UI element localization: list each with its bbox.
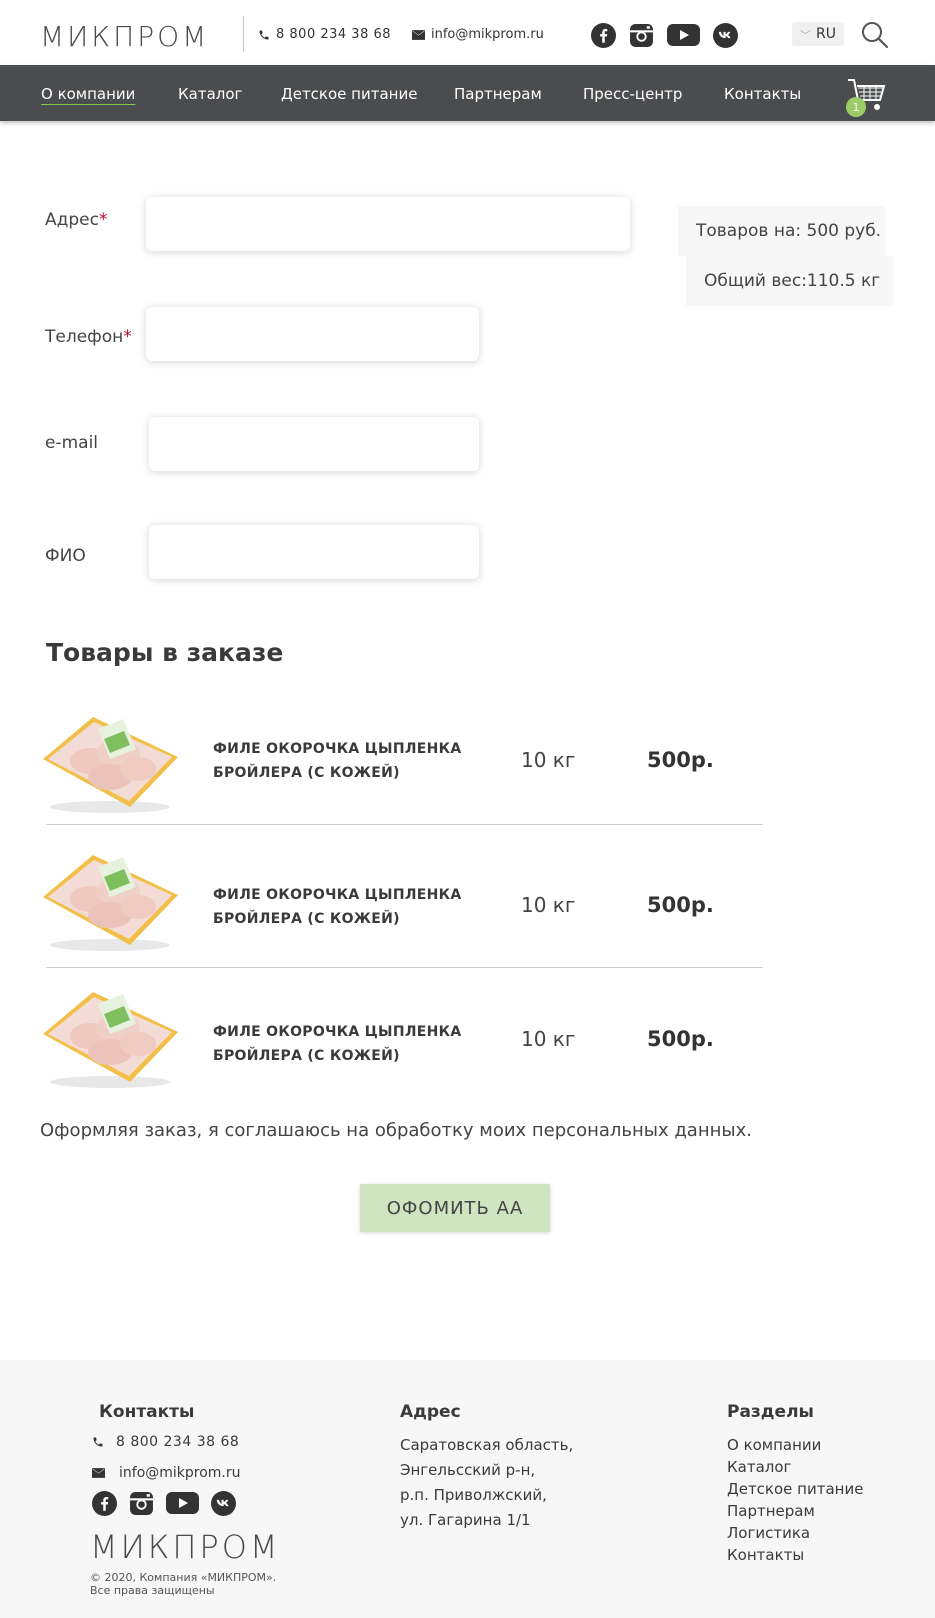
phone-icon	[259, 30, 269, 39]
youtube-icon[interactable]	[666, 22, 700, 48]
logo[interactable]: МИКПРОМ	[40, 19, 210, 53]
phone-label-text: Телефон	[45, 327, 124, 347]
address-label: Адрес*	[45, 210, 107, 230]
nav-item-contacts[interactable]: Контакты	[724, 85, 801, 103]
product-name-line: БРОЙЛЕРА (С КОЖЕЙ)	[213, 1048, 400, 1064]
nav-item-press[interactable]: Пресс-центр	[583, 85, 682, 103]
phone-input[interactable]	[146, 307, 479, 361]
nav-item-partners[interactable]: Партнерам	[454, 85, 542, 103]
header-divider	[243, 16, 244, 52]
vk-icon[interactable]	[712, 22, 738, 48]
order-item: ФИЛЕ ОКОРОЧКА ЦЫПЛЕНКА БРОЙЛЕРА (С КОЖЕЙ…	[38, 843, 763, 968]
nav-item-baby-food[interactable]: Детское питание	[281, 85, 417, 103]
email-input[interactable]	[149, 417, 479, 471]
footer-email-text: info@mikprom.ru	[119, 1465, 241, 1481]
language-select[interactable]: ﹀ RU	[792, 22, 844, 46]
phone-label: Телефон*	[45, 327, 132, 347]
footer-link-partners[interactable]: Партнерам	[727, 1500, 863, 1522]
footer-link-logistics[interactable]: Логистика	[727, 1522, 863, 1544]
language-value: RU	[816, 26, 836, 42]
required-mark: *	[98, 210, 108, 230]
header-phone-text: 8 800 234 38 68	[276, 27, 392, 42]
chevron-down-icon: ﹀	[800, 29, 811, 42]
copyright: © 2020, Компания «МИКПРОМ». Все права за…	[90, 1571, 276, 1597]
name-label: ФИО	[45, 546, 86, 566]
footer-phone-text: 8 800 234 38 68	[116, 1434, 240, 1450]
footer-sections: О компании Каталог Детское питание Партн…	[727, 1434, 863, 1566]
footer-socials	[92, 1491, 236, 1516]
header-phone[interactable]: 8 800 234 38 68	[258, 27, 391, 42]
address-line: Саратовская область,	[400, 1436, 574, 1454]
order-item: ФИЛЕ ОКОРОЧКА ЦЫПЛЕНКА БРОЙЛЕРА (С КОЖЕЙ…	[38, 705, 763, 830]
submit-order-button[interactable]: ОФОМИТЬ АА	[360, 1184, 550, 1232]
product-name[interactable]: ФИЛЕ ОКОРОЧКА ЦЫПЛЕНКА БРОЙЛЕРА (С КОЖЕЙ…	[213, 737, 462, 785]
copyright-line: © 2020, Компания «МИКПРОМ».	[90, 1571, 277, 1584]
footer: Контакты 8 800 234 38 68 info@mikprom.ru…	[0, 1360, 935, 1618]
product-qty: 10 кг	[521, 1027, 576, 1051]
product-name-line: ФИЛЕ ОКОРОЧКА ЦЫПЛЕНКА	[213, 741, 462, 757]
facebook-icon[interactable]	[590, 22, 616, 48]
required-mark: *	[123, 327, 132, 347]
name-input[interactable]	[149, 525, 479, 579]
row-divider	[46, 824, 763, 825]
consent-text: Оформляя заказ, я соглашаюсь на обработк…	[40, 1120, 752, 1141]
order-heading: Товары в заказе	[46, 638, 284, 667]
footer-phone[interactable]: 8 800 234 38 68	[92, 1434, 239, 1450]
order-item: ФИЛЕ ОКОРОЧКА ЦЫПЛЕНКА БРОЙЛЕРА (С КОЖЕЙ…	[38, 982, 763, 1088]
footer-sections-heading: Разделы	[727, 1402, 814, 1422]
header-email[interactable]: info@mikprom.ru	[412, 27, 544, 42]
row-divider	[46, 967, 763, 968]
product-image	[38, 984, 183, 1092]
address-label-text: Адрес	[45, 210, 99, 230]
footer-contacts-heading: Контакты	[99, 1402, 195, 1422]
product-price: 500р.	[647, 893, 714, 917]
address-line: р.п. Приволжский,	[400, 1486, 547, 1504]
vk-icon[interactable]	[211, 1491, 236, 1516]
instagram-icon[interactable]	[129, 1491, 154, 1516]
header-email-text: info@mikprom.ru	[431, 27, 544, 42]
header-socials	[590, 22, 738, 48]
email-label: e-mail	[45, 433, 99, 453]
phone-icon	[93, 1437, 103, 1447]
product-image	[38, 847, 183, 955]
instagram-icon[interactable]	[628, 22, 654, 48]
copyright-line: Все права защищены	[90, 1584, 215, 1597]
order-weight: Общий вес:110.5 кг	[686, 256, 894, 306]
footer-link-catalog[interactable]: Каталог	[727, 1456, 863, 1478]
product-price: 500р.	[647, 748, 714, 772]
address-line: Энгельсский р-н,	[400, 1461, 536, 1479]
nav-item-catalog[interactable]: Каталог	[178, 85, 242, 103]
facebook-icon[interactable]	[92, 1491, 117, 1516]
product-name-line: БРОЙЛЕРА (С КОЖЕЙ)	[213, 765, 400, 781]
footer-email[interactable]: info@mikprom.ru	[92, 1465, 241, 1481]
footer-link-baby-food[interactable]: Детское питание	[727, 1478, 863, 1500]
product-name-line: ФИЛЕ ОКОРОЧКА ЦЫПЛЕНКА	[213, 1024, 462, 1040]
footer-logo[interactable]: МИКПРОМ	[90, 1528, 280, 1566]
product-qty: 10 кг	[521, 893, 576, 917]
product-qty: 10 кг	[521, 748, 576, 772]
product-name[interactable]: ФИЛЕ ОКОРОЧКА ЦЫПЛЕНКА БРОЙЛЕРА (С КОЖЕЙ…	[213, 883, 462, 931]
main-nav: О компании Каталог Детское питание Партн…	[0, 65, 935, 121]
youtube-icon[interactable]	[166, 1491, 199, 1515]
product-name[interactable]: ФИЛЕ ОКОРОЧКА ЦЫПЛЕНКА БРОЙЛЕРА (С КОЖЕЙ…	[213, 1020, 462, 1068]
product-name-line: БРОЙЛЕРА (С КОЖЕЙ)	[213, 911, 400, 927]
top-bar: МИКПРОМ 8 800 234 38 68 info@mikprom.ru …	[0, 0, 935, 65]
order-total: Товаров на: 500 руб.	[678, 206, 885, 256]
mail-icon	[92, 1468, 105, 1478]
mail-icon	[412, 29, 425, 40]
footer-link-contacts[interactable]: Контакты	[727, 1544, 863, 1566]
footer-link-about[interactable]: О компании	[727, 1434, 863, 1456]
logo-text: МИКПРОМ	[40, 19, 210, 53]
product-price: 500р.	[647, 1027, 714, 1051]
cart-count-badge: 1	[846, 97, 866, 117]
product-name-line: ФИЛЕ ОКОРОЧКА ЦЫПЛЕНКА	[213, 887, 462, 903]
footer-address: Саратовская область, Энгельсский р-н, р.…	[400, 1433, 573, 1533]
address-input[interactable]	[146, 197, 630, 251]
address-line: ул. Гагарина 1/1	[400, 1511, 531, 1529]
footer-address-heading: Адрес	[400, 1402, 461, 1422]
nav-item-about[interactable]: О компании	[41, 85, 135, 103]
product-image	[38, 709, 183, 817]
search-icon[interactable]	[860, 20, 890, 50]
